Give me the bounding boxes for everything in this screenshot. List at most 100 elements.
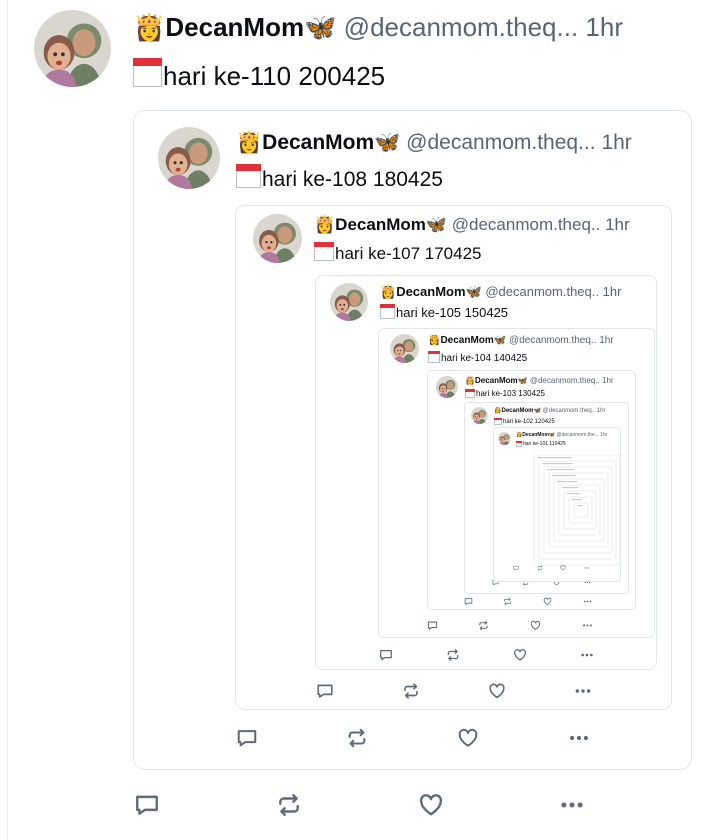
more-icon (583, 597, 592, 606)
repost-button[interactable] (478, 620, 489, 631)
post-text: hari ke-110 200425 (133, 58, 385, 89)
heart-icon (418, 792, 444, 818)
butterfly-badge: 🦋 (304, 12, 337, 42)
post-text: hari ke-104 140425 (428, 351, 527, 364)
heart-button[interactable] (418, 792, 444, 818)
heart-button[interactable] (543, 597, 552, 606)
butterfly-badge: 🦋 (517, 376, 528, 385)
comment-icon (316, 682, 334, 700)
more-button[interactable] (582, 620, 593, 631)
avatar[interactable] (158, 127, 220, 189)
post-header: 👸DecanMom🦋 @decanmom.theq.. 1hr (494, 408, 605, 414)
post-time[interactable]: 1hr (597, 408, 606, 414)
more-button[interactable] (559, 792, 585, 818)
comment-button[interactable] (134, 792, 160, 818)
more-icon (582, 620, 593, 631)
calendar-icon (236, 164, 261, 188)
comment-button[interactable] (379, 648, 393, 662)
calendar-icon (516, 441, 522, 447)
author-name[interactable]: DecanMom (262, 131, 374, 154)
more-button[interactable] (583, 597, 592, 606)
post-header: 👸DecanMom🦋 @decanmom.theq.. 1hr (314, 216, 630, 233)
author-name[interactable]: DecanMom (440, 335, 493, 346)
author-emoji: 👸 (133, 12, 166, 42)
post-text-content: hari ke-104 140425 (441, 353, 528, 364)
author-handle[interactable]: @decanmom.theq... (400, 131, 601, 154)
repost-button[interactable] (402, 682, 420, 700)
heart-button[interactable] (513, 648, 527, 662)
repost-button[interactable] (446, 648, 460, 662)
comment-button[interactable] (316, 682, 334, 700)
avatar[interactable] (498, 432, 511, 445)
heart-icon (530, 620, 541, 631)
post-header: 👸DecanMom🦋 @decanmom.the... 1hr (516, 433, 608, 438)
author-handle[interactable]: @decanmom.theq.. (447, 215, 605, 234)
author-name[interactable]: DecanMom (475, 376, 518, 385)
author-handle[interactable]: @decanmom.theq.. (528, 376, 602, 385)
post-time[interactable]: 1hr (585, 12, 623, 42)
post-time[interactable]: 1hr (599, 335, 613, 346)
calendar-icon (465, 389, 475, 398)
comment-button[interactable] (236, 727, 258, 749)
heart-button[interactable] (488, 682, 506, 700)
more-button[interactable] (580, 648, 594, 662)
post-time[interactable]: 1hr (600, 432, 607, 438)
comment-icon (464, 597, 473, 606)
author-handle[interactable]: @decanmom.the... (555, 432, 600, 438)
post-time[interactable]: 1hr (601, 131, 631, 154)
calendar-icon (428, 351, 440, 363)
author-handle[interactable]: @decanmom.theq.. (482, 284, 603, 299)
author-name[interactable]: DecanMom (165, 12, 304, 42)
more-icon (559, 792, 585, 818)
post-text-content: hari ke-108 180425 (262, 168, 443, 191)
butterfly-badge: 🦋 (374, 131, 401, 154)
post-header: 👸DecanMom🦋 @decanmom.theq... 1hr (236, 132, 632, 153)
heart-icon (543, 597, 552, 606)
author-name[interactable]: DecanMom (335, 215, 426, 234)
author-name[interactable]: DecanMom (396, 284, 465, 299)
repost-button[interactable] (276, 792, 302, 818)
butterfly-badge: 🦋 (533, 408, 541, 414)
calendar-icon (494, 418, 502, 425)
post-text: hari ke-105 150425 (380, 304, 508, 319)
more-button[interactable] (568, 727, 590, 749)
repost-icon (402, 682, 420, 700)
post-text-content: hari ke-107 170425 (335, 244, 482, 263)
avatar[interactable] (253, 214, 302, 263)
comment-icon (427, 620, 438, 631)
avatar[interactable] (436, 376, 458, 398)
post-time[interactable]: 1hr (603, 284, 622, 299)
comment-button[interactable] (427, 620, 438, 631)
nested-quotes-more (530, 454, 621, 575)
more-icon (580, 648, 594, 662)
more-button[interactable] (574, 682, 592, 700)
author-handle[interactable]: @decanmom.theq.. (541, 408, 597, 414)
avatar[interactable] (390, 334, 419, 363)
avatar[interactable] (471, 407, 488, 424)
author-handle[interactable]: @decanmom.theq.. (506, 335, 599, 346)
more-icon (568, 727, 590, 749)
post-text-content: hari ke-105 150425 (396, 305, 509, 320)
more-icon (574, 682, 592, 700)
heart-icon (457, 727, 479, 749)
post-header: 👸DecanMom🦋 @decanmom.theq... 1hr (133, 14, 623, 40)
author-handle[interactable]: @decanmom.theq... (336, 12, 585, 42)
repost-button[interactable] (503, 597, 512, 606)
heart-button[interactable] (457, 727, 479, 749)
post-time[interactable]: 1hr (605, 215, 630, 234)
comment-button[interactable] (464, 597, 473, 606)
calendar-icon (314, 242, 334, 261)
avatar[interactable] (34, 10, 111, 87)
post-text-content: hari ke-110 200425 (163, 61, 386, 91)
heart-button[interactable] (530, 620, 541, 631)
author-emoji: 👸 (465, 376, 475, 385)
author-name[interactable]: DecanMom (522, 432, 549, 438)
butterfly-badge: 🦋 (425, 215, 448, 234)
comment-button[interactable] (513, 565, 519, 571)
post-time[interactable]: 1hr (602, 376, 614, 385)
author-emoji: 👸 (428, 335, 441, 346)
repost-button[interactable] (346, 727, 368, 749)
author-name[interactable]: DecanMom (501, 408, 533, 414)
butterfly-badge: 🦋 (465, 284, 482, 299)
avatar[interactable] (330, 283, 368, 321)
